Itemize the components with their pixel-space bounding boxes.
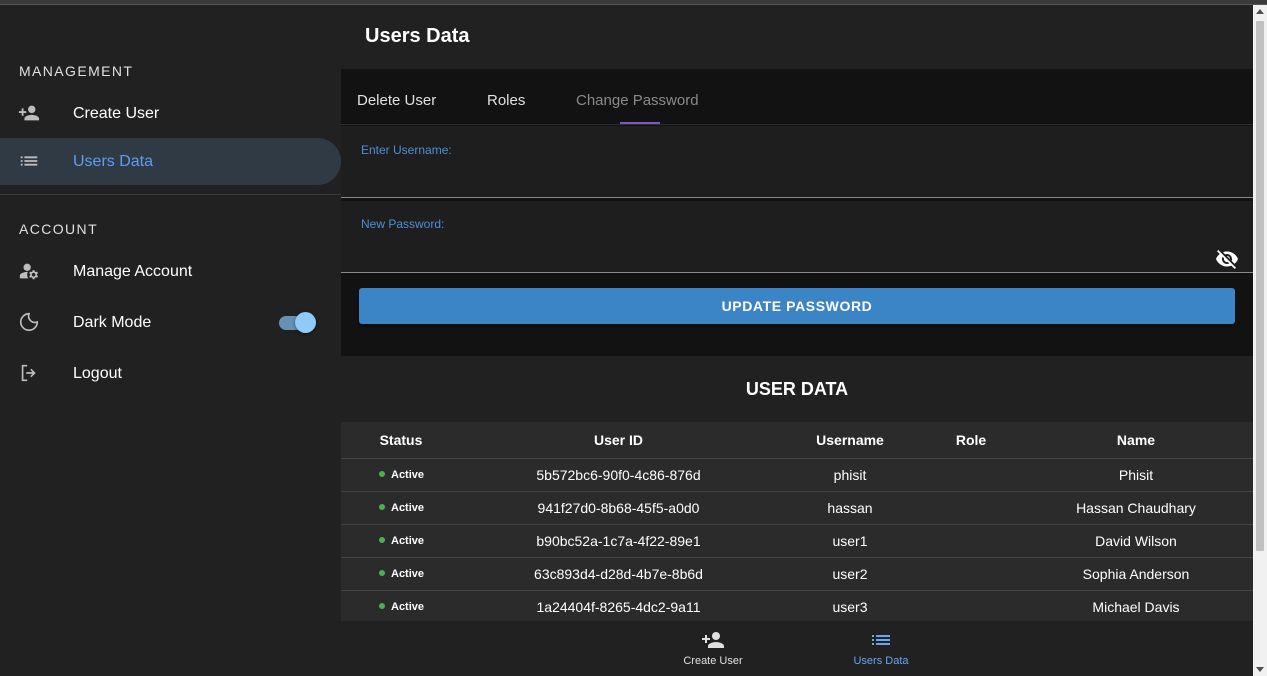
visibility-off-icon[interactable] — [1215, 247, 1239, 271]
person-add-icon — [18, 102, 40, 124]
cell-name: Michael Davis — [1092, 599, 1180, 615]
update-password-button[interactable]: UPDATE PASSWORD — [359, 288, 1235, 324]
column-header-role[interactable]: Role — [921, 422, 1021, 458]
username-input[interactable] — [361, 166, 1221, 190]
cell-username: user2 — [832, 566, 868, 582]
cell-name: Phisit — [1118, 467, 1154, 483]
status-badge: Active — [379, 492, 424, 524]
bottom-nav-label: Create User — [683, 655, 743, 667]
sidebar-item-label: Users Data — [73, 152, 154, 170]
person-add-icon — [701, 628, 725, 652]
bottom-navigation: Create User Users Data — [341, 621, 1253, 676]
manage-accounts-icon — [18, 260, 40, 282]
sidebar-item-label: Logout — [73, 364, 122, 382]
page-title: Users Data — [365, 25, 470, 47]
dark-mode-toggle[interactable] — [279, 311, 317, 333]
sidebar-item-logout[interactable]: Logout — [0, 350, 341, 397]
column-header-username[interactable]: Username — [785, 422, 915, 458]
status-badge: Active — [379, 591, 424, 623]
toggle-thumb — [295, 312, 316, 333]
table-row[interactable]: Active 63c893d4-d28d-4b7e-8b6d user2 Sop… — [341, 558, 1253, 591]
sidebar: MANAGEMENT Create User Users Data ACCOUN… — [0, 5, 341, 676]
tab-bar: Delete User Roles Change Password — [341, 69, 1253, 125]
password-input[interactable] — [361, 241, 1181, 265]
cell-username: hassan — [827, 500, 873, 516]
column-header-user-id[interactable]: User ID — [521, 422, 716, 458]
cell-name: David Wilson — [1095, 533, 1177, 549]
user-data-table: Status User ID Username Role Name Active… — [341, 422, 1253, 624]
cell-user-id: 5b572bc6-90f0-4c86-876d — [536, 467, 701, 483]
status-dot — [379, 603, 385, 610]
sidebar-divider — [0, 194, 341, 195]
status-dot — [379, 537, 385, 544]
scroll-down-arrow-icon[interactable] — [1256, 667, 1264, 672]
status-text: Active — [391, 535, 425, 547]
username-field[interactable]: Enter Username: — [341, 126, 1253, 198]
username-label: Enter Username: — [361, 143, 452, 157]
scrollbar-thumb[interactable] — [1256, 21, 1264, 551]
account-header: ACCOUNT — [19, 221, 99, 237]
status-text: Active — [391, 601, 425, 613]
status-badge: Active — [379, 558, 424, 590]
cell-user-id: b90bc52a-1c7a-4f22-89e1 — [536, 533, 701, 549]
sidebar-item-users-data[interactable]: Users Data — [0, 138, 341, 185]
cell-username: user1 — [832, 533, 868, 549]
bottom-nav-create-user[interactable]: Create User — [653, 621, 773, 676]
cell-user-id: 1a24404f-8265-4dc2-9a11 — [536, 599, 701, 615]
status-text: Active — [391, 469, 425, 481]
logout-icon — [18, 362, 40, 384]
cell-user-id: 941f27d0-8b68-45f5-a0d0 — [537, 500, 700, 516]
password-label: New Password: — [361, 217, 445, 231]
user-data-title: USER DATA — [745, 379, 849, 399]
table-header: Status User ID Username Role Name — [341, 422, 1253, 459]
tab-indicator — [620, 122, 660, 124]
sidebar-item-label: Create User — [73, 104, 160, 122]
cell-name: Hassan Chaudhary — [1076, 500, 1196, 516]
status-text: Active — [391, 568, 425, 580]
status-badge: Active — [379, 525, 424, 557]
tabs-panel: Delete User Roles Change Password Enter … — [341, 69, 1253, 356]
tab-roles[interactable]: Roles — [487, 69, 525, 125]
status-dot — [379, 504, 385, 511]
bottom-nav-users-data[interactable]: Users Data — [821, 621, 941, 676]
sidebar-item-label: Manage Account — [73, 262, 193, 280]
status-dot — [379, 570, 385, 577]
moon-icon — [18, 311, 40, 333]
status-badge: Active — [379, 459, 424, 491]
table-row[interactable]: Active 941f27d0-8b68-45f5-a0d0 hassan Ha… — [341, 492, 1253, 525]
table-row[interactable]: Active 5b572bc6-90f0-4c86-876d phisit Ph… — [341, 459, 1253, 492]
scroll-up-arrow-icon[interactable] — [1256, 9, 1264, 14]
table-row[interactable]: Active b90bc52a-1c7a-4f22-89e1 user1 Dav… — [341, 525, 1253, 558]
table-row[interactable]: Active 1a24404f-8265-4dc2-9a11 user3 Mic… — [341, 591, 1253, 624]
cell-username: user3 — [832, 599, 868, 615]
main-content: Users Data Delete User Roles Change Pass… — [341, 5, 1253, 676]
page-scrollbar[interactable] — [1253, 5, 1267, 676]
cell-username: phisit — [833, 467, 867, 483]
list-icon — [869, 628, 893, 652]
management-header: MANAGEMENT — [19, 63, 134, 79]
tab-change-password[interactable]: Change Password — [576, 69, 699, 125]
bottom-nav-label: Users Data — [853, 655, 909, 667]
sidebar-item-manage-account[interactable]: Manage Account — [0, 248, 341, 295]
cell-user-id: 63c893d4-d28d-4b7e-8b6d — [534, 566, 703, 582]
status-dot — [379, 471, 385, 478]
column-header-name[interactable]: Name — [1051, 422, 1221, 458]
list-icon — [18, 150, 40, 172]
status-text: Active — [391, 502, 425, 514]
sidebar-item-dark-mode[interactable]: Dark Mode — [0, 299, 341, 346]
column-header-status[interactable]: Status — [341, 422, 461, 458]
sidebar-item-label: Dark Mode — [73, 313, 152, 331]
tab-delete-user[interactable]: Delete User — [357, 69, 436, 125]
cell-name: Sophia Anderson — [1082, 566, 1190, 582]
sidebar-item-create-user[interactable]: Create User — [0, 90, 341, 137]
password-field[interactable]: New Password: — [341, 201, 1253, 273]
